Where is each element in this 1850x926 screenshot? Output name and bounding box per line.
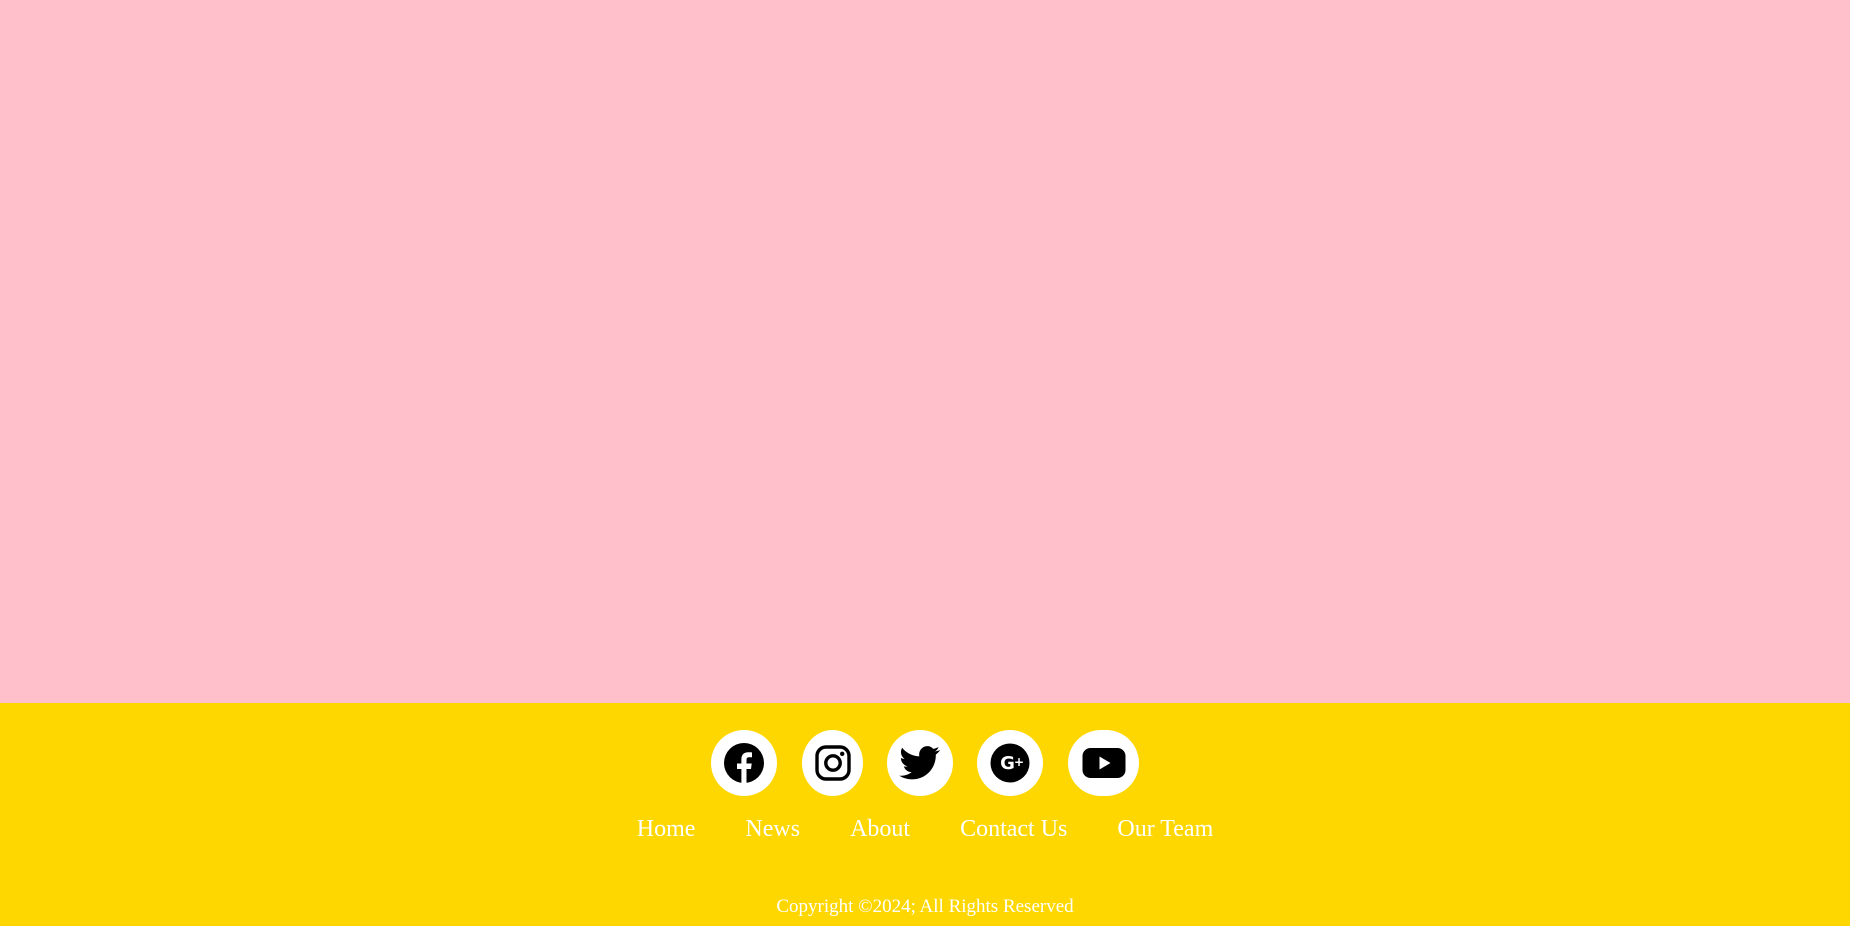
youtube-link[interactable]: [1068, 730, 1139, 796]
nav-news[interactable]: News: [745, 816, 800, 843]
instagram-icon: [814, 745, 851, 781]
facebook-icon: [724, 743, 764, 783]
copyright-text: Copyright ©2024; All Rights Reserved: [776, 896, 1074, 917]
nav-contact[interactable]: Contact Us: [960, 816, 1067, 843]
google-plus-icon: G +: [990, 743, 1030, 783]
svg-text:G: G: [1000, 753, 1015, 774]
social-icons: G +: [0, 730, 1850, 796]
youtube-icon: [1082, 748, 1125, 778]
google-plus-link[interactable]: G +: [977, 730, 1043, 796]
nav-about[interactable]: About: [850, 816, 910, 843]
twitter-link[interactable]: [887, 730, 953, 796]
twitter-icon: [899, 746, 941, 780]
site-footer: G + Home News About Contact Us Our Team …: [0, 703, 1850, 926]
hero-section: [0, 0, 1850, 703]
nav-our-team[interactable]: Our Team: [1117, 816, 1213, 843]
nav-home[interactable]: Home: [637, 816, 696, 843]
footer-nav: Home News About Contact Us Our Team: [0, 816, 1850, 843]
instagram-link[interactable]: [802, 730, 863, 796]
svg-text:+: +: [1014, 755, 1024, 769]
facebook-link[interactable]: [711, 730, 777, 796]
